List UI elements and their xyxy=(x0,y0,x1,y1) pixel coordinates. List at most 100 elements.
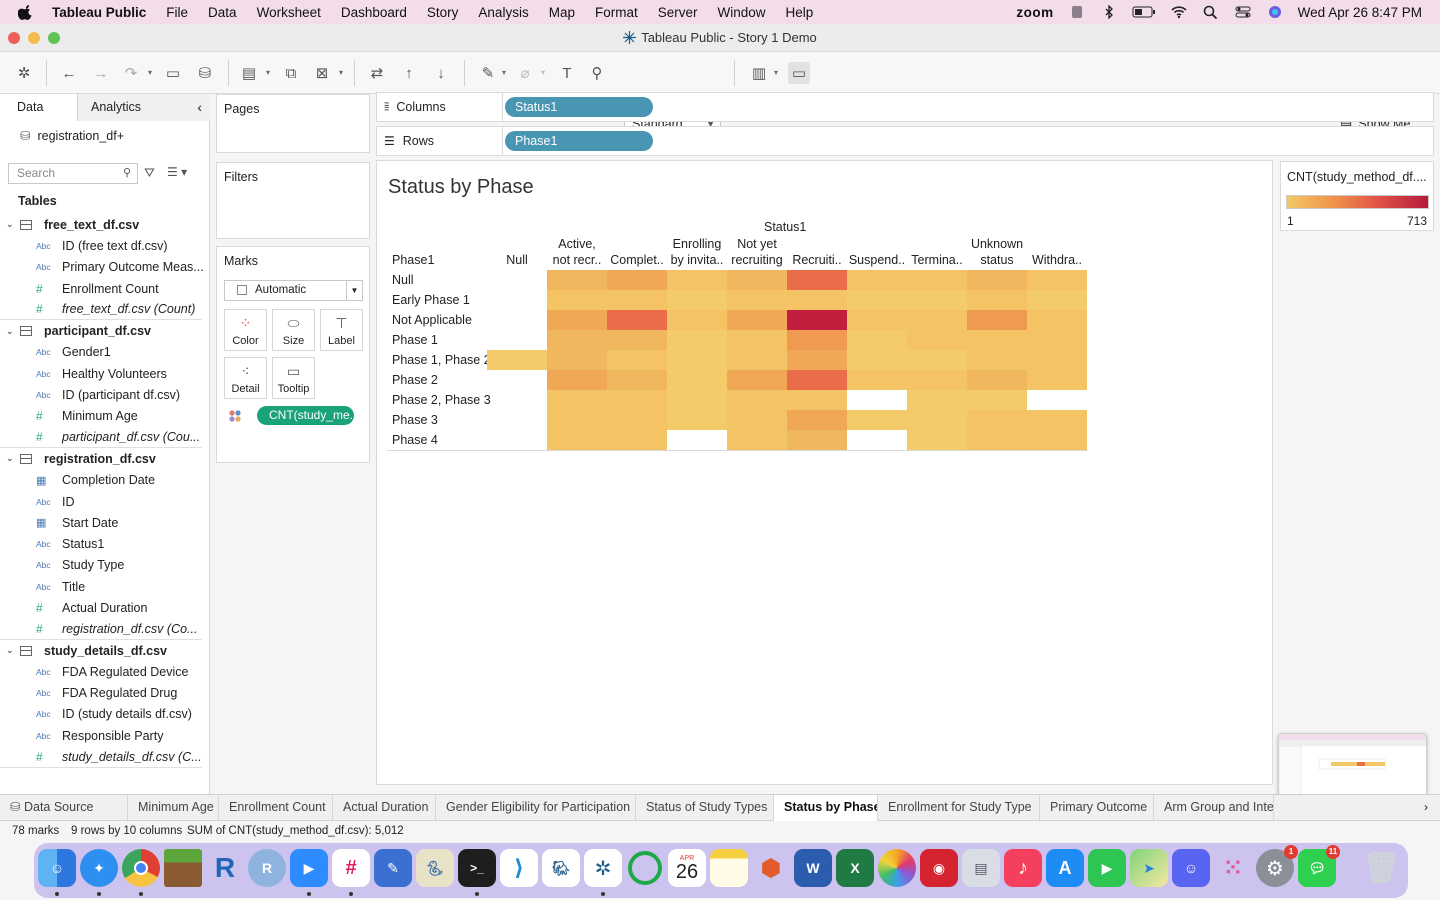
heatmap-cell[interactable] xyxy=(967,370,1027,390)
clear-sheet-dropdown-icon[interactable]: ▾ xyxy=(339,68,343,77)
heatmap-cell[interactable] xyxy=(607,390,667,410)
field-item[interactable]: ▦ Completion Date xyxy=(0,470,210,491)
color-button[interactable]: ⁘ Color xyxy=(224,309,267,351)
column-header[interactable]: Unknown status xyxy=(967,236,1027,268)
heatmap-cell[interactable] xyxy=(727,390,787,410)
field-item[interactable]: Abc ID (study details df.csv) xyxy=(0,704,210,725)
new-worksheet-dropdown-icon[interactable]: ▾ xyxy=(266,68,270,77)
chrome-icon[interactable] xyxy=(122,849,160,887)
heatmap-cell[interactable] xyxy=(847,270,907,290)
heatmap-cell[interactable] xyxy=(607,330,667,350)
apple-icon[interactable] xyxy=(18,4,34,20)
heatmap-cell[interactable] xyxy=(727,270,787,290)
group-members-icon[interactable]: ⌀ xyxy=(514,62,536,84)
chevron-down-icon[interactable]: ⌄ xyxy=(6,453,20,464)
new-data-source-icon[interactable]: ⛁ xyxy=(194,62,216,84)
heatmap-cell[interactable] xyxy=(547,330,607,350)
columns-pill[interactable]: Status1 xyxy=(505,97,653,117)
sheet-tab[interactable]: Arm Group and Inter xyxy=(1154,795,1274,821)
menu-data[interactable]: Data xyxy=(208,5,237,20)
heatmap-cell[interactable] xyxy=(667,270,727,290)
table-group[interactable]: ⌄ free_text_df.csv xyxy=(0,214,210,235)
heatmap-cell[interactable] xyxy=(547,290,607,310)
column-header[interactable]: Withdra.. xyxy=(1027,252,1087,268)
heatmap-cell[interactable] xyxy=(1027,330,1087,350)
heatmap-cell[interactable] xyxy=(727,330,787,350)
menu-dashboard[interactable]: Dashboard xyxy=(341,5,407,20)
python-launcher-icon[interactable]: 🐍︎ xyxy=(416,849,454,887)
sheet-tab[interactable]: Status of Study Types xyxy=(636,795,774,821)
menu-window[interactable]: Window xyxy=(718,5,766,20)
field-item[interactable]: Abc Responsible Party xyxy=(0,725,210,746)
field-item[interactable]: Abc Gender1 xyxy=(0,342,210,363)
field-item[interactable]: # Actual Duration xyxy=(0,597,210,618)
menu-help[interactable]: Help xyxy=(786,5,814,20)
clear-sheet-icon[interactable]: ⊠ xyxy=(311,62,333,84)
maps-icon[interactable]: ➤ xyxy=(1130,849,1168,887)
column-header[interactable]: Null xyxy=(487,252,547,268)
size-button[interactable]: ⬭ Size xyxy=(272,309,315,351)
presentation-mode-icon[interactable]: ▭ xyxy=(788,62,810,84)
heatmap-cell[interactable] xyxy=(787,310,847,330)
heatmap-cell[interactable] xyxy=(667,290,727,310)
finder-icon[interactable]: ☺ xyxy=(38,849,76,887)
rows-pill[interactable]: Phase1 xyxy=(505,131,653,151)
heatmap-cell[interactable] xyxy=(787,330,847,350)
heatmap-cell[interactable] xyxy=(967,390,1027,410)
heatmap-cell[interactable] xyxy=(907,290,967,310)
heatmap-cell[interactable] xyxy=(967,270,1027,290)
heatmap-cell[interactable] xyxy=(787,410,847,430)
column-header[interactable]: Termina.. xyxy=(907,252,967,268)
menu-story[interactable]: Story xyxy=(427,5,459,20)
sheet-tab[interactable]: Minimum Age xyxy=(128,795,219,821)
heatmap-cell[interactable] xyxy=(547,310,607,330)
menu-clock[interactable]: Wed Apr 26 8:47 PM xyxy=(1298,5,1422,20)
field-item[interactable]: Abc ID (free text df.csv) xyxy=(0,235,210,256)
heatmap-cell[interactable] xyxy=(667,350,727,370)
field-item[interactable]: Abc Status1 xyxy=(0,533,210,554)
swap-rows-columns-icon[interactable]: ⇄ xyxy=(366,62,388,84)
tableau-dock-icon[interactable]: ✲ xyxy=(584,849,622,887)
messages-icon[interactable]: 💬︎ 11 xyxy=(1298,845,1340,887)
notes-icon[interactable] xyxy=(710,849,748,887)
instruments-icon[interactable]: ✎ xyxy=(374,849,412,887)
view-options-icon[interactable]: ☰ ▾ xyxy=(167,165,187,179)
filter-fields-icon[interactable]: ⛛ xyxy=(144,165,155,181)
show-cards-dropdown-icon[interactable]: ▾ xyxy=(774,68,778,77)
launchpad-icon[interactable]: ⁙ xyxy=(1214,849,1252,887)
column-header[interactable]: Active, not recr.. xyxy=(547,236,607,268)
battery-icon[interactable] xyxy=(1132,5,1156,19)
sheet-tab[interactable]: Primary Outcome xyxy=(1040,795,1154,821)
highlight-icon[interactable]: ✎ xyxy=(477,62,499,84)
vscode-icon[interactable]: ⟩ xyxy=(500,849,538,887)
heatmap-cell[interactable] xyxy=(607,370,667,390)
heatmap-cell[interactable] xyxy=(907,350,967,370)
sheet-tab[interactable]: Gender Eligibility for Participation xyxy=(436,795,636,821)
heatmap-cell[interactable] xyxy=(607,270,667,290)
highlight-dropdown-icon[interactable]: ▾ xyxy=(502,68,506,77)
shield-extension-icon[interactable] xyxy=(1068,5,1086,19)
trash-icon[interactable]: 🗑︎ xyxy=(1362,849,1400,887)
heatmap-cell[interactable] xyxy=(547,410,607,430)
heatmap-cell[interactable] xyxy=(727,370,787,390)
safari-icon[interactable]: ✦ xyxy=(80,849,118,887)
field-search-input[interactable]: Search ⚲ xyxy=(8,163,138,184)
heatmap-cell[interactable] xyxy=(727,410,787,430)
heatmap-cell[interactable] xyxy=(907,270,967,290)
minimize-window-button[interactable] xyxy=(28,32,40,44)
field-item[interactable]: Abc FDA Regulated Drug xyxy=(0,683,210,704)
heatmap-cell[interactable] xyxy=(847,410,907,430)
field-item[interactable]: # participant_df.csv (Cou... xyxy=(0,427,202,449)
minecraft-icon[interactable] xyxy=(164,849,202,887)
calendar-icon[interactable]: APR 26 xyxy=(668,849,706,887)
heatmap-cell[interactable] xyxy=(907,410,967,430)
heatmap-cell[interactable] xyxy=(787,290,847,310)
label-button[interactable]: ⊤ Label xyxy=(320,309,363,351)
music-icon[interactable]: ♪ xyxy=(1004,849,1042,887)
field-item[interactable]: # study_details_df.csv (C... xyxy=(0,746,202,768)
heatmap-cell[interactable] xyxy=(787,390,847,410)
menu-app-name[interactable]: Tableau Public xyxy=(52,5,146,20)
heatmap-cell[interactable] xyxy=(1027,370,1087,390)
field-item[interactable]: Abc Healthy Volunteers xyxy=(0,363,210,384)
photo-booth-icon[interactable]: ◉ xyxy=(920,849,958,887)
